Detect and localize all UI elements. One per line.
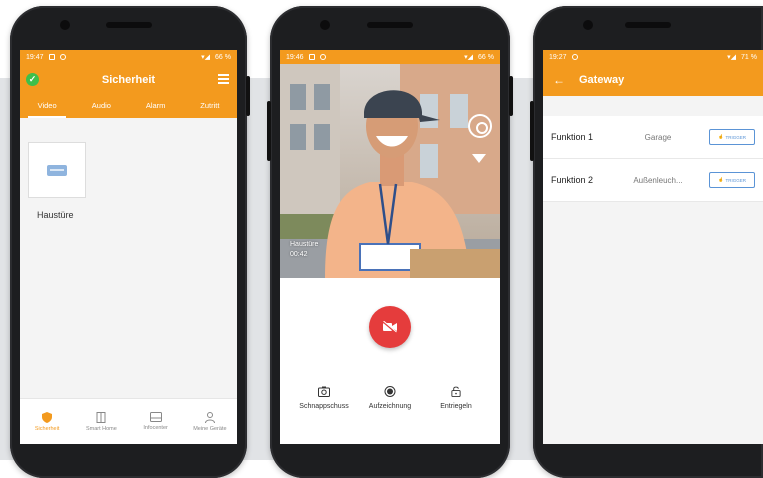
trigger-label: TRIGGER [725,134,747,140]
phone-side-button [246,76,250,116]
hand-icon: ☝ [717,177,724,182]
user-icon [204,411,215,423]
device-card[interactable] [28,142,86,198]
list-item: Funktion 1 Garage ☝ TRIGGER [543,116,763,159]
phone-side-button [509,76,513,116]
function-list: Funktion 1 Garage ☝ TRIGGER Funktion 2 Au… [543,116,763,202]
status-bar: 19:47 ▾◢ 66 % [20,50,237,64]
phone-front-camera [320,20,330,30]
arrow-down-icon [472,154,486,163]
phone-video: 19:46 ▾◢ 66 % Haustüre 00:42 Schnappschu… [267,6,513,478]
unlock-button[interactable]: Entriegeln [424,386,488,410]
tab-audio[interactable]: Audio [74,96,128,118]
category-tabs: Video Audio Alarm Zutritt [20,96,237,118]
call-controls: Schnappschuss Aufzeichnung Entriegeln [280,278,500,444]
function-value: Außenleuch... [633,175,683,185]
status-time: 19:47 [26,53,44,61]
record-button[interactable]: Aufzeichnung [358,386,422,410]
shield-icon [42,411,53,423]
signal-icon: ▾◢ [727,54,737,61]
phone-volume-button [530,101,534,161]
tab-access[interactable]: Zutritt [183,96,237,118]
snapshot-label: Schnappschuss [299,403,349,410]
page-title: Gateway [579,74,625,86]
record-label: Aufzeichnung [368,403,412,410]
status-battery: 66 % [215,53,231,61]
app-bar: ✓ Sicherheit Video Audio Alarm Zutritt [20,64,237,118]
nav-my-devices[interactable]: Meine Geräte [183,399,237,444]
tab-alarm[interactable]: Alarm [129,96,183,118]
list-menu-icon[interactable] [218,74,229,84]
phone-volume-button [267,101,271,161]
unlock-label: Entriegeln [440,403,472,410]
gallery-icon [48,54,55,60]
phone-gateway: 19:27 ▾◢ 71 % ← Gateway Funktion 1 Garage… [530,6,763,478]
trigger-label: TRIGGER [725,177,747,183]
snapshot-button[interactable]: Schnappschuss [292,386,356,410]
trigger-button[interactable]: ☝ TRIGGER [709,129,755,145]
signal-icon: ▾◢ [201,54,211,61]
panel-icon [96,411,106,423]
screen-security: 19:47 ▾◢ 66 % ✓ Sicherheit Video Audio Al… [20,50,237,444]
phone-speaker [625,22,671,28]
screen-video: 19:46 ▾◢ 66 % Haustüre 00:42 Schnappschu… [280,50,500,444]
phone-front-camera [60,20,70,30]
nav-infocenter-label: Infocenter [143,425,168,431]
gallery-icon [308,54,315,60]
nav-security[interactable]: Sicherheit [20,399,74,444]
nav-smart-home[interactable]: Smart Home [74,399,128,444]
status-time: 19:27 [549,53,567,61]
camera-switch-icon[interactable] [468,114,492,138]
nav-infocenter[interactable]: Infocenter [129,399,183,444]
phone-front-camera [583,20,593,30]
function-name: Funktion 2 [551,175,594,185]
end-video-button[interactable] [369,306,411,348]
function-value: Garage [644,132,672,142]
check-icon[interactable]: ✓ [26,73,39,86]
tab-video[interactable]: Video [20,96,74,118]
status-time: 19:46 [286,53,304,61]
record-icon [384,386,396,397]
back-arrow-icon[interactable]: ← [553,73,565,87]
action-row: Schnappschuss Aufzeichnung Entriegeln [280,386,500,410]
notification-icon [319,54,326,60]
video-overlay-name: Haustüre [290,241,319,248]
bottom-navigation: Sicherheit Smart Home Infocenter Meine G… [20,398,237,444]
screen-gateway: 19:27 ▾◢ 71 % ← Gateway Funktion 1 Garage… [543,50,763,444]
video-overlay: Haustüre 00:42 [290,240,318,260]
hand-icon: ☝ [717,134,724,139]
trigger-button[interactable]: ☝ TRIGGER [709,172,755,188]
app-bar: ← Gateway [543,64,763,96]
unlock-icon [451,386,461,397]
notification-icon [59,54,66,60]
phone-speaker [367,22,413,28]
status-battery: 71 % [741,53,757,61]
device-label: Haustüre [37,210,74,220]
inbox-icon [149,412,162,422]
status-battery: 66 % [478,53,494,61]
list-item: Funktion 2 Außenleuch... ☝ TRIGGER [543,159,763,202]
signal-icon: ▾◢ [464,54,474,61]
nav-my-devices-label: Meine Geräte [193,425,227,432]
page-title: Sicherheit [101,74,156,86]
nav-security-label: Sicherheit [34,425,60,432]
live-video-feed[interactable]: Haustüre 00:42 [280,64,500,278]
video-off-icon [382,321,397,333]
nav-smart-home-label: Smart Home [85,425,117,432]
door-station-icon [47,164,67,176]
notification-icon [571,54,578,60]
phone-speaker [105,22,152,28]
function-name: Funktion 1 [551,132,594,142]
status-bar: 19:27 ▾◢ 71 % [543,50,763,64]
video-overlay-time: 00:42 [290,251,308,258]
status-bar: 19:46 ▾◢ 66 % [280,50,500,64]
camera-icon [318,386,330,397]
phone-security: 19:47 ▾◢ 66 % ✓ Sicherheit Video Audio Al… [10,6,250,478]
